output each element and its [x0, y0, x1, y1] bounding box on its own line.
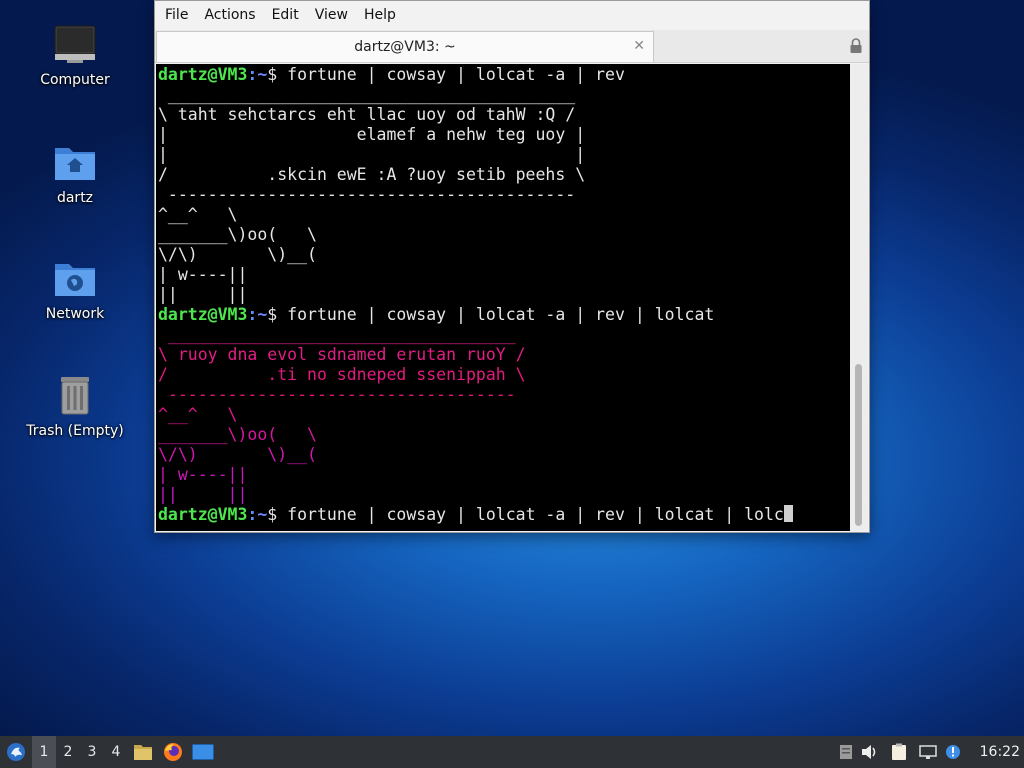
command-text: fortune | cowsay | lolcat -a | rev | lol…	[287, 505, 784, 524]
menu-icon[interactable]	[0, 736, 32, 768]
clock[interactable]: 16:22	[980, 736, 1020, 768]
command-text: fortune | cowsay | lolcat -a | rev | lol…	[287, 305, 715, 324]
output-line: \/\) \)__(	[158, 245, 317, 264]
desktop-icon-home[interactable]: dartz	[20, 140, 130, 206]
output-line: / .skcin ewE :A ?uoy setib peehs \	[158, 165, 586, 184]
taskbar: 1 2 3 4 16:22	[0, 736, 1024, 768]
terminal-text: dartz@VM3:~$ fortune | cowsay | lolcat -…	[158, 65, 793, 525]
file-manager-icon[interactable]	[128, 736, 158, 768]
menu-view[interactable]: View	[307, 1, 356, 30]
command-text: fortune | cowsay | lolcat -a | rev	[287, 65, 625, 84]
output-line: | elamef a nehw teg uoy |	[158, 125, 586, 144]
desktop-icon-trash[interactable]: Trash (Empty)	[20, 373, 130, 439]
lock-icon[interactable]	[849, 38, 863, 58]
output-line: \ taht sehctarcs eht llac uoy od tahW :Q…	[158, 105, 576, 124]
output-line: ^__^ \	[158, 205, 238, 224]
output-line: _______\)oo( \	[158, 225, 317, 244]
workspace-4[interactable]: 4	[104, 736, 128, 768]
scrollbar[interactable]	[850, 64, 868, 531]
menu-help[interactable]: Help	[356, 1, 404, 30]
computer-icon	[53, 22, 97, 66]
output-line: ^__^ \	[158, 405, 238, 424]
menu-bar: File Actions Edit View Help	[155, 1, 869, 30]
home-folder-icon	[53, 140, 97, 184]
terminal-window[interactable]: File Actions Edit View Help dartz@VM3: ~…	[154, 0, 870, 533]
text-cursor	[783, 505, 793, 522]
output-line: ________________________________________…	[158, 85, 576, 104]
output-line: ----------------------------------------…	[158, 185, 576, 204]
scroll-thumb[interactable]	[855, 364, 862, 526]
workspace-3[interactable]: 3	[80, 736, 104, 768]
volume-icon[interactable]	[856, 736, 884, 768]
menu-edit[interactable]: Edit	[264, 1, 307, 30]
output-line: \/\) \)__(	[158, 445, 317, 464]
desktop-icon-network[interactable]: Network	[20, 256, 130, 322]
command-line: dartz@VM3:~$ fortune | cowsay | lolcat -…	[158, 305, 715, 324]
output-block-2: ___________________________________ \ ruo…	[158, 325, 793, 505]
notes-icon[interactable]	[836, 736, 856, 768]
desktop-icon-label: Network	[45, 306, 105, 322]
output-line: ___________________________________	[158, 325, 516, 344]
output-line: | w----||	[158, 465, 248, 484]
desktop-icon-computer[interactable]: Computer	[20, 22, 130, 88]
menu-file[interactable]: File	[157, 1, 196, 30]
network-icon[interactable]	[914, 736, 942, 768]
output-line: || ||	[158, 485, 248, 504]
trash-icon	[53, 373, 97, 417]
network-folder-icon	[53, 256, 97, 300]
output-line: \ ruoy dna evol sdnamed erutan ruoY /	[158, 345, 526, 364]
desktop-icon-label: Computer	[40, 72, 110, 88]
tab-bar: dartz@VM3: ~ ✕	[155, 30, 869, 63]
terminal-output-area[interactable]: dartz@VM3:~$ fortune | cowsay | lolcat -…	[156, 64, 868, 531]
workspace-1[interactable]: 1	[32, 736, 56, 768]
clipboard-icon[interactable]	[884, 736, 914, 768]
update-icon[interactable]	[942, 736, 964, 768]
command-line: dartz@VM3:~$ fortune | cowsay | lolcat -…	[158, 65, 625, 84]
desktop-icon-label: Trash (Empty)	[26, 423, 124, 439]
firefox-icon[interactable]	[158, 736, 188, 768]
desktop-icon-label: dartz	[56, 190, 94, 206]
output-line: | |	[158, 145, 586, 164]
terminal-icon[interactable]	[188, 736, 218, 768]
tab-title: dartz@VM3: ~	[354, 39, 456, 55]
system-tray	[836, 736, 964, 768]
output-line: | w----||	[158, 265, 248, 284]
command-line: dartz@VM3:~$ fortune | cowsay | lolcat -…	[158, 505, 793, 525]
output-line: -----------------------------------	[158, 385, 516, 404]
tab-terminal[interactable]: dartz@VM3: ~ ✕	[156, 31, 654, 62]
menu-actions[interactable]: Actions	[196, 1, 263, 30]
output-block-1: ________________________________________…	[158, 85, 793, 305]
output-line: _______\)oo( \	[158, 425, 317, 444]
workspace-2[interactable]: 2	[56, 736, 80, 768]
output-line: / .ti no sdneped ssenippah \	[158, 365, 526, 384]
output-line: || ||	[158, 285, 248, 304]
close-icon[interactable]: ✕	[633, 38, 645, 54]
